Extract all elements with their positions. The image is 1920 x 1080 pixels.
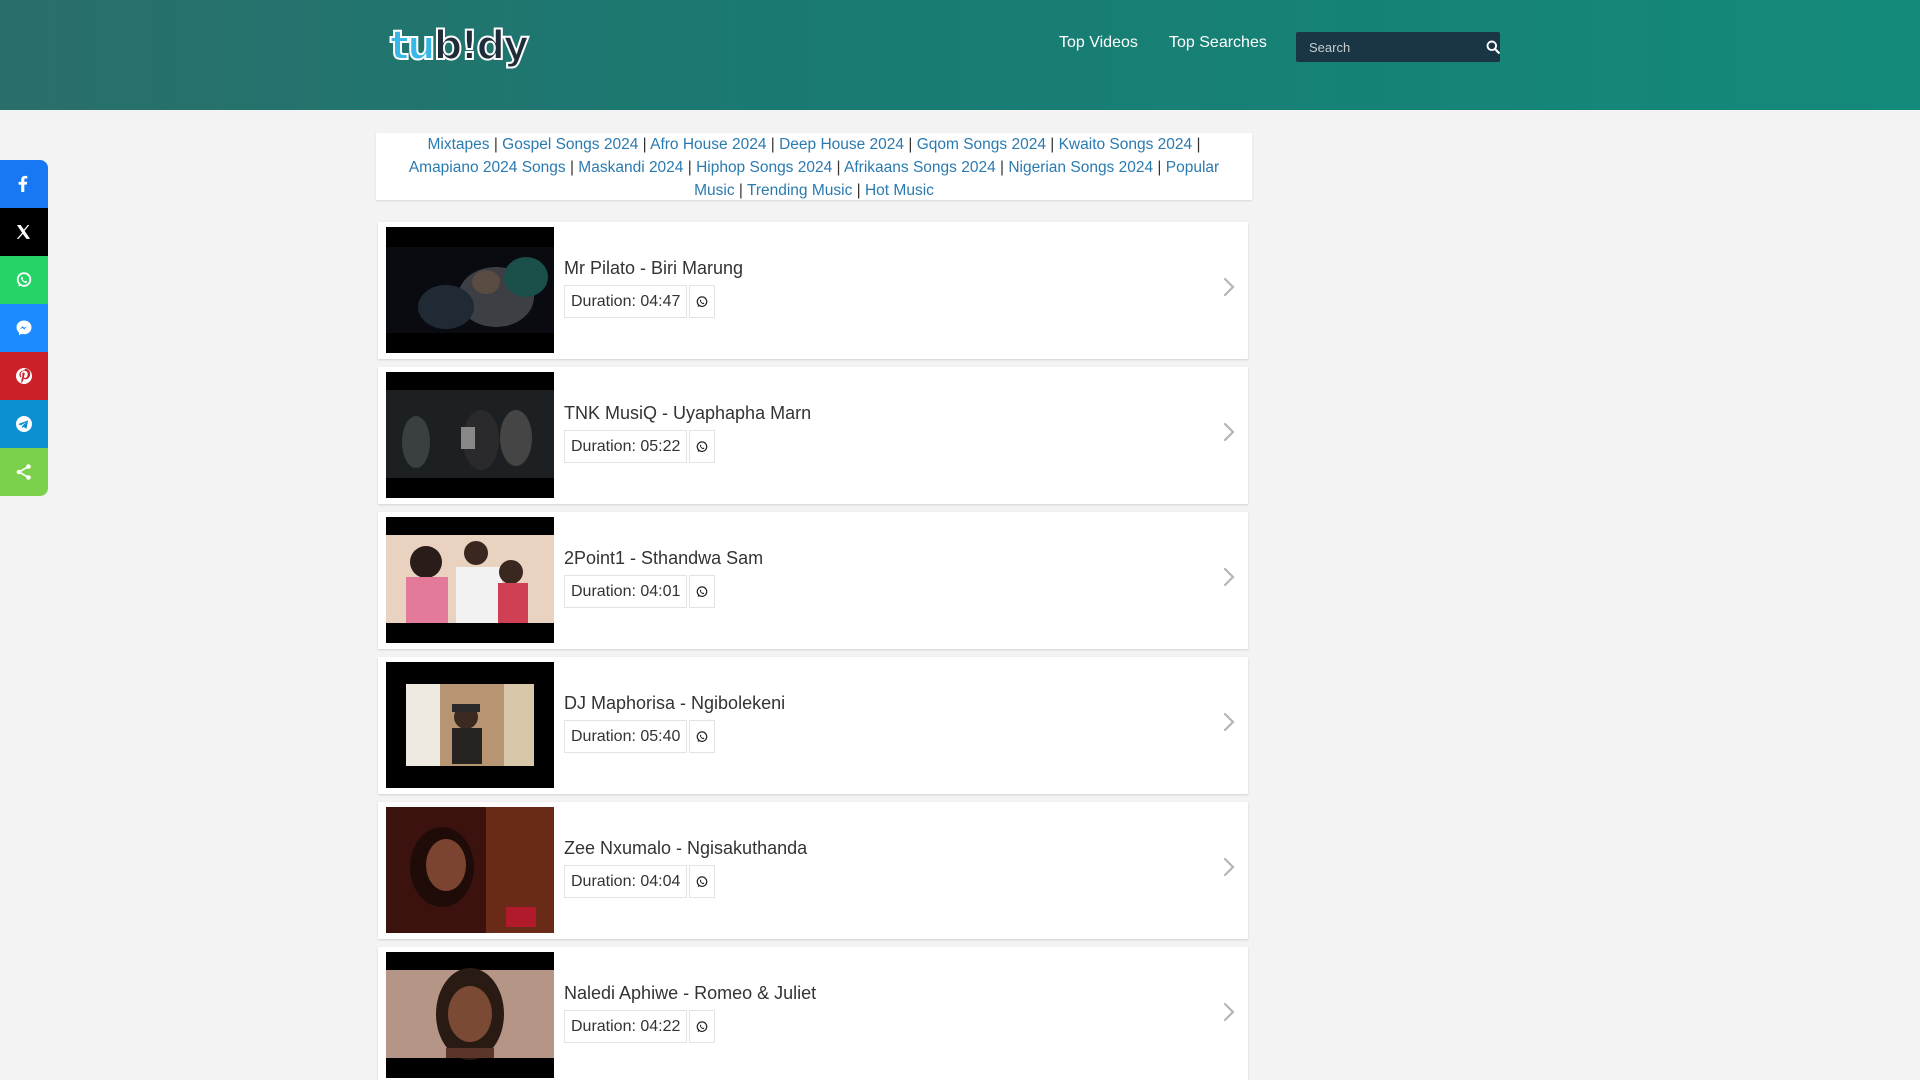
chevron-right-icon[interactable]: [1222, 566, 1236, 588]
category-link[interactable]: Afrikaans Songs 2024: [844, 159, 996, 176]
whatsapp-icon: [696, 730, 708, 742]
video-duration: Duration: 04:04: [564, 865, 688, 898]
video-card[interactable]: Naledi Aphiwe - Romeo & Juliet Duration: …: [378, 947, 1248, 1080]
video-thumbnail[interactable]: [386, 807, 554, 933]
whatsapp-share-button[interactable]: [689, 1010, 715, 1043]
social-share-bar: [0, 160, 48, 496]
video-duration: Duration: 05:22: [564, 430, 688, 463]
whatsapp-icon: [696, 585, 708, 597]
category-link[interactable]: Deep House 2024: [779, 136, 904, 153]
logo-text-part1: tu: [389, 22, 437, 70]
video-thumbnail[interactable]: [386, 662, 554, 788]
video-card[interactable]: Mr Pilato - Biri Marung Duration: 04:47: [378, 222, 1248, 359]
search-box: [1296, 32, 1500, 62]
category-link[interactable]: Maskandi 2024: [578, 159, 683, 176]
logo-text-part2: b!dy: [433, 22, 531, 70]
whatsapp-share-button[interactable]: [689, 285, 715, 318]
video-title[interactable]: Zee Nxumalo - Ngisakuthanda: [564, 838, 807, 859]
nav-top-videos[interactable]: Top Videos: [1059, 34, 1138, 52]
category-link[interactable]: Hiphop Songs 2024: [696, 159, 832, 176]
pinterest-share-button[interactable]: [0, 352, 48, 400]
share-share-button[interactable]: [0, 448, 48, 496]
category-link[interactable]: Nigerian Songs 2024: [1008, 159, 1153, 176]
search-icon: [1486, 40, 1500, 54]
search-button[interactable]: [1485, 32, 1500, 62]
site-logo[interactable]: tu b!dy: [389, 20, 531, 72]
category-link[interactable]: Hot Music: [865, 182, 934, 199]
whatsapp-share-button[interactable]: [689, 430, 715, 463]
whatsapp-icon: [696, 875, 708, 887]
chevron-right-icon[interactable]: [1222, 711, 1236, 733]
category-link[interactable]: Mixtapes: [427, 136, 489, 153]
category-link[interactable]: Trending Music: [747, 182, 852, 199]
video-duration: Duration: 04:01: [564, 575, 688, 608]
video-duration: Duration: 04:22: [564, 1010, 688, 1043]
video-title[interactable]: 2Point1 - Sthandwa Sam: [564, 548, 763, 569]
video-title[interactable]: Naledi Aphiwe - Romeo & Juliet: [564, 983, 816, 1004]
video-title[interactable]: Mr Pilato - Biri Marung: [564, 258, 743, 279]
site-header: tu b!dy Top Videos Top Searches: [0, 0, 1920, 110]
category-link[interactable]: Gqom Songs 2024: [917, 136, 1046, 153]
telegram-share-button[interactable]: [0, 400, 48, 448]
x-twitter-icon: [16, 225, 30, 239]
video-card[interactable]: TNK MusiQ - Uyaphapha Marn Duration: 05:2…: [378, 367, 1248, 504]
video-thumbnail[interactable]: [386, 372, 554, 498]
video-thumbnail[interactable]: [386, 952, 554, 1078]
category-link[interactable]: Afro House 2024: [650, 136, 766, 153]
facebook-icon: [18, 175, 28, 192]
category-link[interactable]: Gospel Songs 2024: [502, 136, 638, 153]
whatsapp-icon: [696, 1020, 708, 1032]
video-duration: Duration: 04:47: [564, 285, 688, 318]
facebook-share-button[interactable]: [0, 160, 48, 208]
messenger-icon: [16, 320, 32, 336]
video-card[interactable]: DJ Maphorisa - Ngibolekeni Duration: 05:4…: [378, 657, 1248, 794]
share-icon: [16, 464, 31, 480]
chevron-right-icon[interactable]: [1222, 856, 1236, 878]
messenger-share-button[interactable]: [0, 304, 48, 352]
whatsapp-share-button[interactable]: [689, 575, 715, 608]
x-twitter-share-button[interactable]: [0, 208, 48, 256]
category-links: Mixtapes | Gospel Songs 2024 | Afro Hous…: [376, 133, 1252, 200]
video-card[interactable]: Zee Nxumalo - Ngisakuthanda Duration: 04:…: [378, 802, 1248, 939]
video-title[interactable]: TNK MusiQ - Uyaphapha Marn: [564, 403, 811, 424]
category-link[interactable]: Amapiano 2024 Songs: [409, 159, 566, 176]
whatsapp-share-button[interactable]: [0, 256, 48, 304]
category-link[interactable]: Kwaito Songs 2024: [1059, 136, 1193, 153]
nav-top-searches[interactable]: Top Searches: [1169, 34, 1267, 52]
video-thumbnail[interactable]: [386, 517, 554, 643]
whatsapp-icon: [696, 295, 708, 307]
video-card[interactable]: 2Point1 - Sthandwa Sam Duration: 04:01: [378, 512, 1248, 649]
pinterest-icon: [16, 368, 32, 384]
video-thumbnail[interactable]: [386, 227, 554, 353]
video-title[interactable]: DJ Maphorisa - Ngibolekeni: [564, 693, 785, 714]
chevron-right-icon[interactable]: [1222, 1001, 1236, 1023]
telegram-icon: [16, 416, 32, 432]
whatsapp-icon: [16, 272, 32, 287]
search-input[interactable]: [1296, 32, 1485, 62]
video-duration: Duration: 05:40: [564, 720, 688, 753]
chevron-right-icon[interactable]: [1222, 276, 1236, 298]
whatsapp-icon: [696, 440, 708, 452]
whatsapp-share-button[interactable]: [689, 720, 715, 753]
chevron-right-icon[interactable]: [1222, 421, 1236, 443]
whatsapp-share-button[interactable]: [689, 865, 715, 898]
